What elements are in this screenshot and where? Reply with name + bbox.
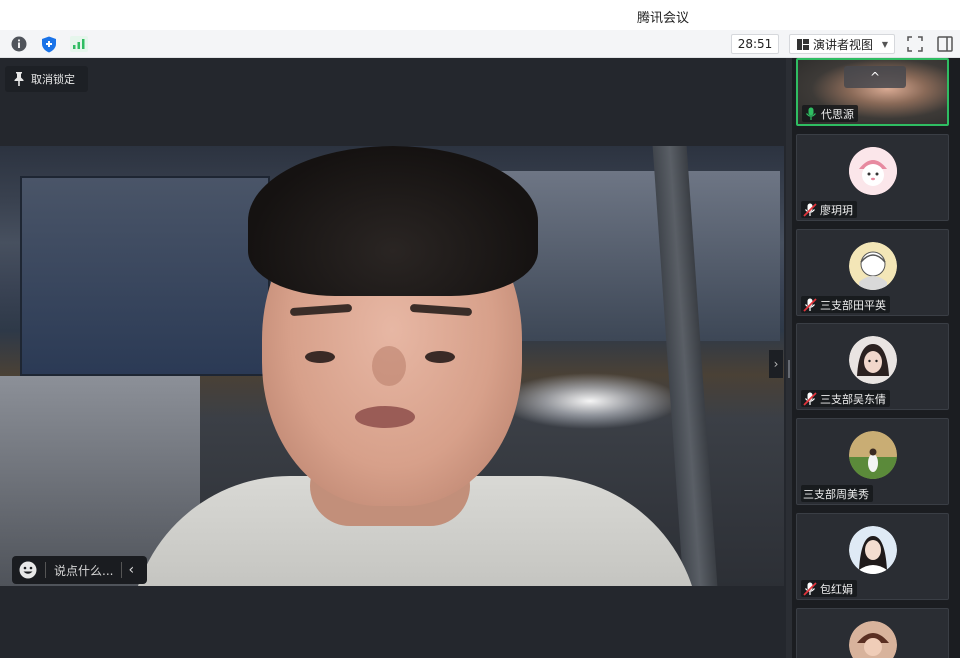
mic-muted-icon xyxy=(803,202,817,217)
avatar xyxy=(849,526,897,574)
unpin-button[interactable]: 取消锁定 xyxy=(5,66,88,92)
shield-icon[interactable] xyxy=(40,35,58,53)
scroll-up-button[interactable]: ^ xyxy=(844,66,906,88)
participant-tile[interactable]: 廖玥玥 xyxy=(796,134,949,221)
avatar xyxy=(849,431,897,479)
participant-tile[interactable]: ^ 代思源 xyxy=(796,58,949,126)
main-stage: 取消锁定 说点什么... ‹ › xyxy=(0,58,787,658)
pin-icon xyxy=(14,72,24,86)
participant-name: 三支部周美秀 xyxy=(803,487,869,501)
view-mode-label: 演讲者视图 xyxy=(813,37,874,52)
collapse-panel-button[interactable]: › xyxy=(769,350,783,378)
layout-icon xyxy=(797,38,809,50)
participant-tile[interactable]: 三支部周美秀 xyxy=(796,418,949,505)
fullscreen-icon[interactable] xyxy=(906,35,924,53)
chat-input[interactable]: 说点什么... ‹ xyxy=(12,556,147,584)
participant-name: 三支部吴东倩 xyxy=(820,392,886,406)
avatar xyxy=(849,336,897,384)
avatar xyxy=(849,147,897,195)
mic-muted-icon xyxy=(803,297,817,312)
mic-muted-icon xyxy=(803,391,817,406)
view-mode-dropdown[interactable]: 演讲者视图 ▼ xyxy=(789,34,895,54)
chat-placeholder: 说点什么... xyxy=(54,563,114,578)
info-icon[interactable] xyxy=(10,35,28,53)
title-bar: 腾讯会议 xyxy=(0,0,960,30)
top-toolbar: 28:51 演讲者视图 ▼ xyxy=(0,30,960,58)
participant-tile[interactable] xyxy=(796,608,949,658)
emoji-icon[interactable] xyxy=(19,561,37,579)
chevron-right-icon: › xyxy=(773,357,779,371)
participant-tile[interactable]: 三支部吴东倩 xyxy=(796,323,949,410)
chevron-down-icon: ▼ xyxy=(881,39,888,49)
avatar xyxy=(849,242,897,290)
mic-on-icon xyxy=(806,107,816,120)
sidebar-toggle-icon[interactable] xyxy=(936,35,954,53)
unpin-label: 取消锁定 xyxy=(31,73,75,86)
participant-name: 廖玥玥 xyxy=(820,203,853,217)
avatar xyxy=(849,621,897,658)
participant-name: 代思源 xyxy=(821,107,854,121)
window-title: 腾讯会议 xyxy=(636,11,689,26)
participant-panel: ^ 代思源 廖玥玥 三支部田平英 三支部吴东倩 三支部周美秀 包红娟 xyxy=(792,58,960,658)
participant-name: 包红娟 xyxy=(820,582,853,596)
participant-tile[interactable]: 包红娟 xyxy=(796,513,949,600)
speaker-video xyxy=(0,146,784,586)
meeting-timer: 28:51 xyxy=(731,34,779,54)
chevron-up-icon: ^ xyxy=(869,70,881,84)
chevron-left-icon[interactable]: ‹ xyxy=(128,562,134,578)
signal-icon[interactable] xyxy=(70,35,88,53)
mic-muted-icon xyxy=(803,581,817,596)
participant-tile[interactable]: 三支部田平英 xyxy=(796,229,949,316)
participant-name: 三支部田平英 xyxy=(820,298,886,312)
